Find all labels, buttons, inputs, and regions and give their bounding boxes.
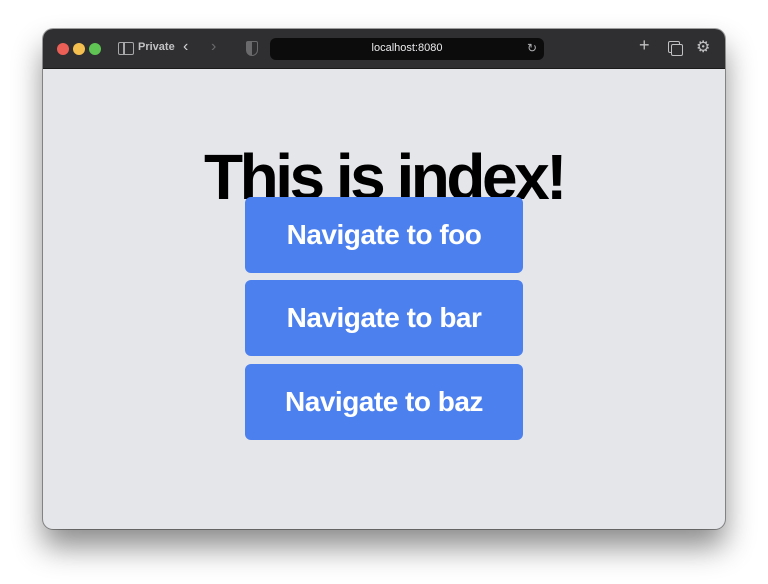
navigate-foo-button[interactable]: Navigate to foo [245, 197, 523, 273]
page-content: This is index! Navigate to foo Navigate … [43, 69, 725, 529]
url-text[interactable]: localhost:8080 [270, 42, 544, 54]
plus-icon[interactable]: + [639, 35, 650, 56]
navigate-baz-button[interactable]: Navigate to baz [245, 364, 523, 440]
tabs-icon[interactable] [668, 41, 683, 56]
minimize-window-button[interactable] [73, 43, 85, 55]
reload-icon[interactable]: ↻ [527, 41, 537, 55]
shield-icon[interactable] [246, 41, 258, 56]
browser-titlebar: Private ‹ › localhost:8080 ↻ + ⚙ [43, 29, 725, 69]
chevron-left-icon[interactable]: ‹ [183, 38, 188, 56]
navigate-bar-button[interactable]: Navigate to bar [245, 280, 523, 356]
private-mode-label: Private [138, 41, 175, 53]
browser-window: Private ‹ › localhost:8080 ↻ + ⚙ This is… [43, 29, 725, 529]
maximize-window-button[interactable] [89, 43, 101, 55]
close-window-button[interactable] [57, 43, 69, 55]
sidebar-icon[interactable] [118, 42, 134, 55]
address-bar[interactable]: localhost:8080 ↻ [270, 38, 544, 60]
chevron-right-icon[interactable]: › [211, 38, 216, 56]
gear-icon[interactable]: ⚙ [696, 37, 710, 57]
